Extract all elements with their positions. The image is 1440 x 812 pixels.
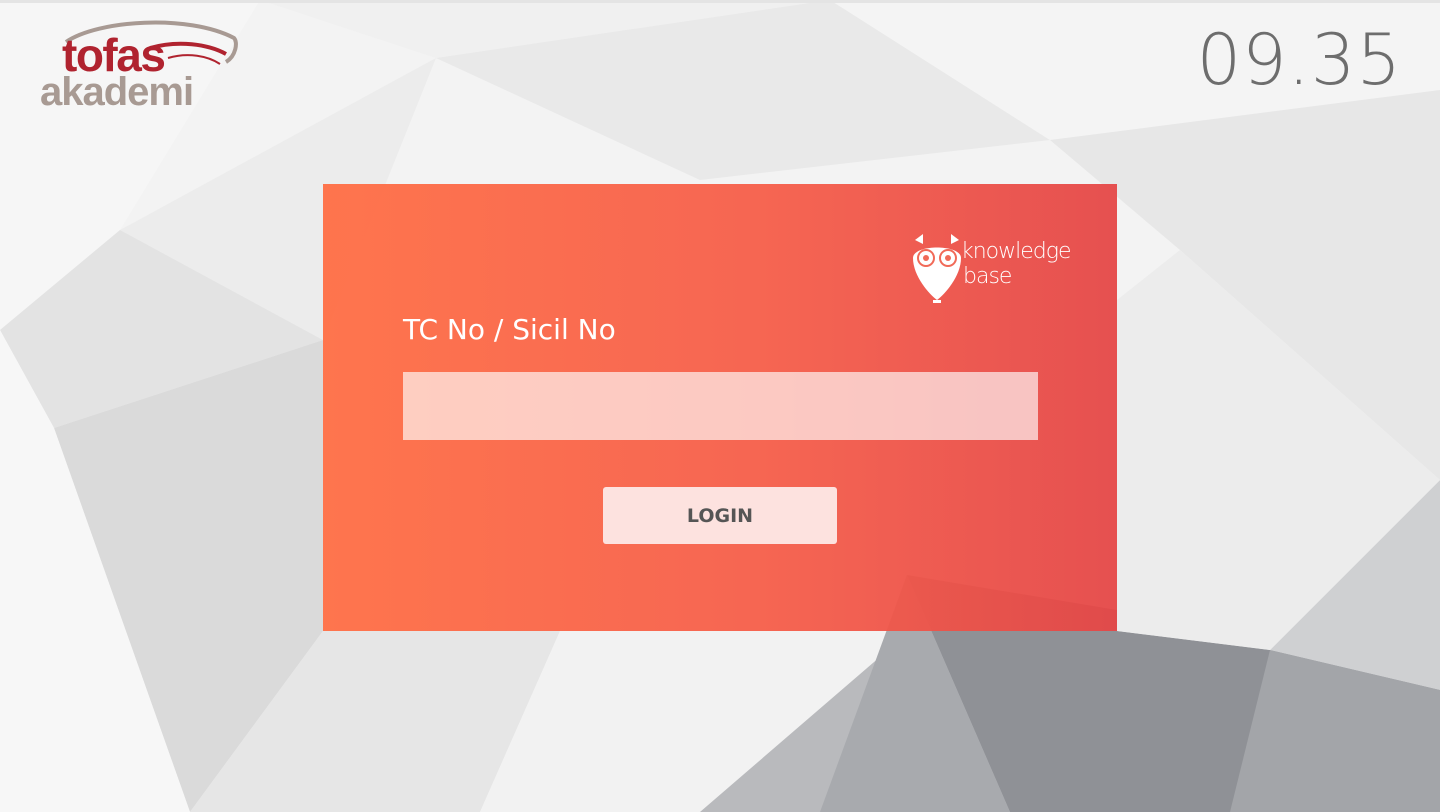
id-field-label: TC No / Sicil No <box>403 313 616 346</box>
top-strip <box>0 0 1440 3</box>
tofas-akademi-logo[interactable]: tofas akademi <box>38 18 243 113</box>
login-page: tofas akademi 09.35 knowledge base TC No… <box>0 0 1440 812</box>
kb-logo-line1: knowledge <box>961 239 1071 264</box>
login-button[interactable]: LOGIN <box>603 487 837 544</box>
owl-icon <box>913 234 961 303</box>
knowledge-base-logo: knowledge base <box>909 232 1079 308</box>
login-card: knowledge base TC No / Sicil No LOGIN <box>323 184 1117 631</box>
kb-logo-line2: base <box>963 264 1012 289</box>
clock: 09.35 <box>1196 19 1402 101</box>
id-input[interactable] <box>403 372 1038 440</box>
logo-word-akademi: akademi <box>40 70 194 114</box>
